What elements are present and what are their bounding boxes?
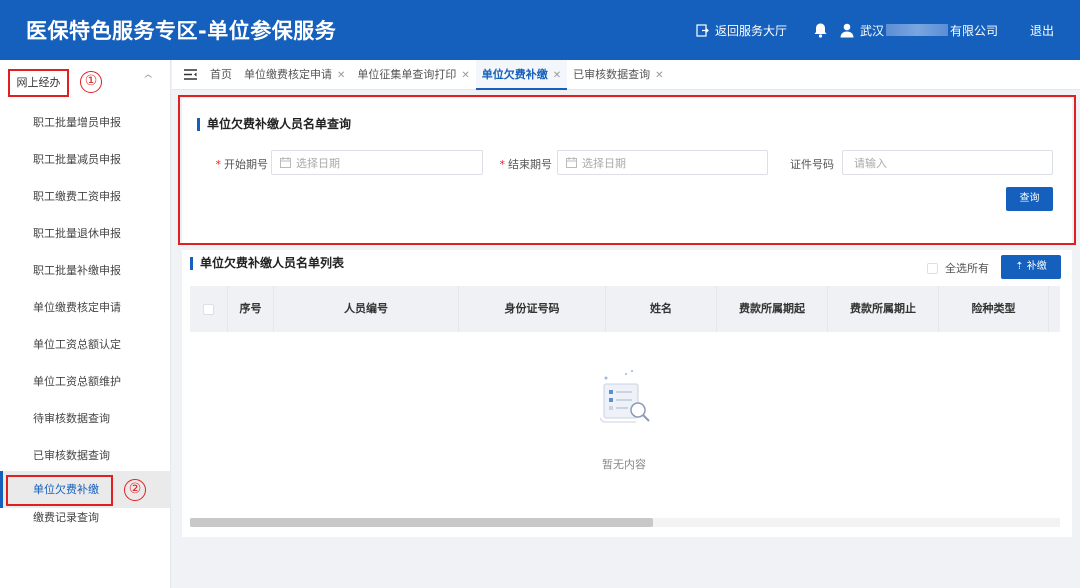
header-checkbox[interactable] bbox=[203, 303, 214, 315]
empty-document-icon bbox=[599, 370, 650, 423]
exit-door-icon bbox=[696, 23, 709, 37]
start-period-label: * 开始期号 bbox=[215, 158, 269, 171]
column-header: 序号 bbox=[228, 286, 274, 332]
sidebar-group-online[interactable]: 网上经办 ① ^ bbox=[0, 60, 170, 100]
column-header: 人员编号 bbox=[274, 286, 459, 332]
list-section-title: 单位欠费补缴人员名单列表 bbox=[190, 257, 344, 270]
tab-label: 首页 bbox=[210, 67, 232, 81]
column-header: 险种类型 bbox=[939, 286, 1049, 332]
tab-label: 单位欠费补缴 bbox=[481, 67, 548, 81]
tab-bar: 首页 单位缴费核定申请 ✕ 单位征集单查询打印 ✕ 单位欠费补缴 ✕ 已审核数据查询 ✕ bbox=[172, 59, 1080, 90]
select-all-checkbox[interactable]: 全选所有 bbox=[927, 260, 989, 276]
tab-label: 已审核数据查询 bbox=[573, 67, 651, 81]
start-period-label-text: 开始期号 bbox=[224, 158, 268, 171]
notification-button[interactable] bbox=[813, 22, 828, 38]
company-suffix: 有限公司 bbox=[949, 23, 998, 38]
return-hall-link[interactable]: 返回服务大厅 bbox=[696, 22, 787, 39]
sidebar: 网上经办 ① ^ 职工批量增员申报 职工批量减员申报 职工缴费工资申报 职工批量… bbox=[0, 60, 171, 588]
sidebar-item-pending-review[interactable]: 待审核数据查询 bbox=[0, 400, 170, 437]
page-title: 医保特色服务专区-单位参保服务 bbox=[26, 19, 337, 43]
logout-button[interactable]: 退出 bbox=[1030, 22, 1054, 39]
calendar-icon bbox=[280, 157, 291, 168]
upload-icon: ⇡ bbox=[1015, 261, 1027, 272]
tab-collection-print[interactable]: 单位征集单查询打印 ✕ bbox=[351, 60, 475, 90]
supplement-button-label: 补缴 bbox=[1026, 261, 1047, 272]
start-period-datepicker[interactable]: 选择日期 bbox=[271, 150, 483, 175]
annotation-marker-2: ② bbox=[124, 479, 146, 501]
supplement-button[interactable]: ⇡ 补缴 bbox=[1001, 255, 1061, 279]
tab-label: 单位缴费核定申请 bbox=[244, 67, 332, 81]
tab-payment-verify[interactable]: 单位缴费核定申请 ✕ bbox=[238, 60, 351, 90]
close-icon[interactable]: ✕ bbox=[655, 70, 663, 81]
start-period-placeholder: 选择日期 bbox=[296, 156, 340, 170]
end-period-label-text: 结束期号 bbox=[508, 158, 552, 171]
select-all-box[interactable] bbox=[927, 262, 938, 274]
column-header: 费款所属期止 bbox=[828, 286, 939, 332]
end-period-placeholder: 选择日期 bbox=[582, 156, 626, 170]
annotation-marker-1: ① bbox=[80, 71, 102, 93]
sidebar-item-payment-verify[interactable]: 单位缴费核定申请 bbox=[0, 289, 170, 326]
sidebar-item-wage-confirm[interactable]: 单位工资总额认定 bbox=[0, 326, 170, 363]
sidebar-item-payment-records[interactable]: 缴费记录查询 bbox=[0, 508, 170, 528]
tab-arrears-supplement[interactable]: 单位欠费补缴 ✕ bbox=[475, 59, 568, 90]
company-prefix: 武汉 bbox=[859, 23, 884, 38]
sidebar-item-batch-supplement[interactable]: 职工批量补缴申报 bbox=[0, 252, 170, 289]
end-period-label: * 结束期号 bbox=[499, 158, 553, 171]
user-icon bbox=[840, 23, 854, 37]
annotation-box-active-item bbox=[6, 475, 113, 506]
bell-icon bbox=[814, 23, 827, 38]
sidebar-item-wage-maintain[interactable]: 单位工资总额维护 bbox=[0, 363, 170, 400]
company-name: 武汉 有限公司 bbox=[860, 22, 998, 39]
search-button[interactable]: 查询 bbox=[1006, 187, 1053, 211]
sidebar-item-batch-retire[interactable]: 职工批量退休申报 bbox=[0, 215, 170, 252]
calendar-icon bbox=[566, 157, 577, 168]
return-hall-label: 返回服务大厅 bbox=[714, 23, 787, 38]
sidebar-group-label: 网上经办 bbox=[8, 69, 69, 97]
id-number-input[interactable]: 请输入 bbox=[842, 150, 1053, 175]
close-icon[interactable]: ✕ bbox=[461, 70, 469, 81]
header-actions: 返回服务大厅 武汉 有限公司 退出 bbox=[696, 0, 1054, 60]
empty-state-text: 暂无内容 bbox=[602, 458, 646, 471]
chevron-up-icon: ^ bbox=[142, 74, 154, 85]
id-number-label: 证件号码 bbox=[790, 158, 834, 171]
sidebar-item-wage-declare[interactable]: 职工缴费工资申报 bbox=[0, 178, 170, 215]
close-icon[interactable]: ✕ bbox=[337, 70, 345, 81]
tab-reviewed[interactable]: 已审核数据查询 ✕ bbox=[567, 60, 669, 90]
tab-home[interactable]: 首页 bbox=[204, 60, 238, 90]
table-header: 序号 人员编号 身份证号码 姓名 费款所属期起 费款所属期止 险种类型 bbox=[190, 286, 1060, 332]
sidebar-item-reviewed[interactable]: 已审核数据查询 bbox=[0, 437, 170, 474]
sidebar-item-batch-add[interactable]: 职工批量增员申报 bbox=[0, 104, 170, 141]
column-header: 身份证号码 bbox=[459, 286, 606, 332]
empty-state-illustration bbox=[574, 368, 674, 433]
redacted-company-name bbox=[885, 24, 948, 36]
query-section-title: 单位欠费补缴人员名单查询 bbox=[197, 118, 351, 131]
close-icon[interactable]: ✕ bbox=[553, 70, 561, 81]
sidebar-item-batch-reduce[interactable]: 职工批量减员申报 bbox=[0, 141, 170, 178]
end-period-datepicker[interactable]: 选择日期 bbox=[557, 150, 768, 175]
app-header: 医保特色服务专区-单位参保服务 返回服务大厅 武汉 有限公司 退出 bbox=[0, 0, 1080, 60]
column-header: 姓名 bbox=[606, 286, 717, 332]
tab-label: 单位征集单查询打印 bbox=[357, 67, 457, 81]
column-header: 费款所属期起 bbox=[717, 286, 828, 332]
horizontal-scrollbar-thumb[interactable] bbox=[190, 518, 653, 527]
user-avatar[interactable] bbox=[840, 23, 860, 38]
menu-toggle-icon[interactable] bbox=[176, 69, 204, 80]
select-all-label: 全选所有 bbox=[945, 262, 989, 275]
header-checkbox-cell[interactable] bbox=[190, 286, 228, 332]
